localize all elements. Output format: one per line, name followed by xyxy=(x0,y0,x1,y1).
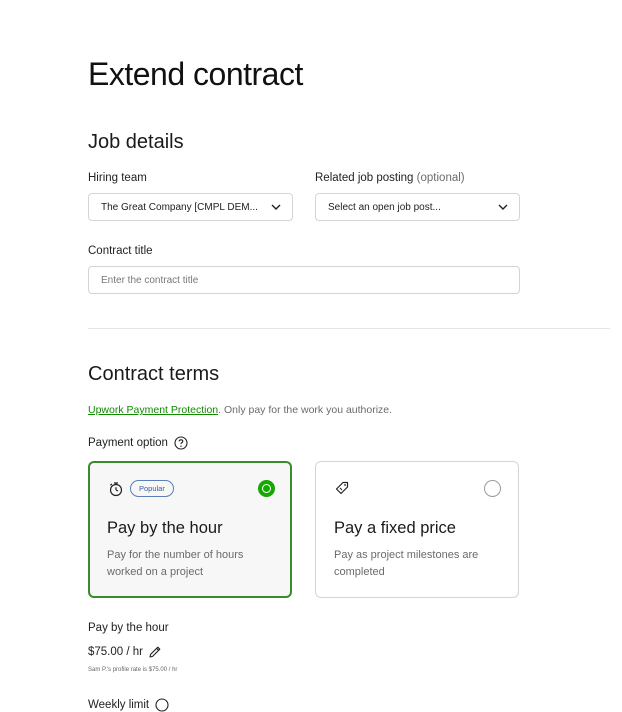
chevron-down-icon xyxy=(271,204,281,210)
contract-title-input[interactable] xyxy=(88,266,520,294)
fixed-radio[interactable] xyxy=(484,480,501,497)
payment-protection-text: . Only pay for the work you authorize. xyxy=(218,404,393,416)
price-tag-icon xyxy=(335,481,349,495)
hourly-rate-row: $75.00 / hr xyxy=(88,645,162,659)
related-job-select[interactable]: Select an open job post... xyxy=(315,193,520,221)
related-job-label-text: Related job posting xyxy=(315,172,414,184)
hiring-team-select[interactable]: The Great Company [CMPL DEM... xyxy=(88,193,293,221)
pay-fixed-option[interactable]: Pay a fixed price Pay as project milesto… xyxy=(315,461,519,598)
stopwatch-icon xyxy=(109,482,123,497)
payment-option-label: Payment option xyxy=(88,436,188,450)
contract-title-label: Contract title xyxy=(88,245,153,257)
profile-rate-note: Sam P.'s profile rate is $75.00 / hr xyxy=(88,667,178,673)
payment-protection-line: Upwork Payment Protection. Only pay for … xyxy=(88,404,392,416)
related-job-label: Related job posting (optional) xyxy=(315,172,465,184)
fixed-description: Pay as project milestones are completed xyxy=(334,549,479,578)
optional-tag: (optional) xyxy=(416,172,465,184)
payment-option-label-text: Payment option xyxy=(88,437,168,449)
hourly-title: Pay by the hour xyxy=(107,519,223,537)
payment-protection-link[interactable]: Upwork Payment Protection xyxy=(88,404,218,416)
pay-hourly-option[interactable]: Popular Pay by the hour Pay for the numb… xyxy=(88,461,292,598)
weekly-limit-label: Weekly limit xyxy=(88,698,169,712)
chevron-down-icon xyxy=(498,204,508,210)
help-icon[interactable] xyxy=(155,698,169,712)
hourly-radio[interactable] xyxy=(258,480,275,497)
weekly-limit-label-text: Weekly limit xyxy=(88,699,150,711)
popular-badge: Popular xyxy=(130,480,174,497)
contract-terms-heading: Contract terms xyxy=(88,363,220,385)
hourly-rate-label: Pay by the hour xyxy=(88,622,169,634)
fixed-title: Pay a fixed price xyxy=(334,519,456,537)
section-divider xyxy=(88,328,610,329)
hourly-rate-value: $75.00 / hr xyxy=(88,646,143,658)
hiring-team-label: Hiring team xyxy=(88,172,147,184)
hiring-team-value: The Great Company [CMPL DEM... xyxy=(101,201,258,213)
page-title: Extend contract xyxy=(88,56,303,92)
pencil-icon[interactable] xyxy=(148,645,162,659)
hourly-description: Pay for the number of hours worked on a … xyxy=(107,549,244,578)
help-icon[interactable] xyxy=(174,436,188,450)
job-details-heading: Job details xyxy=(88,131,184,153)
related-job-value: Select an open job post... xyxy=(328,201,441,213)
